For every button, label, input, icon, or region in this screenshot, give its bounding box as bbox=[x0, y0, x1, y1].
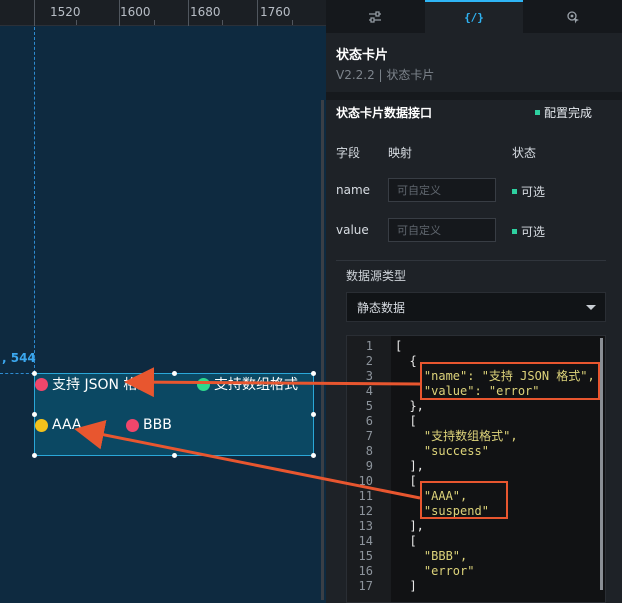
section-divider bbox=[326, 92, 622, 100]
sliders-icon bbox=[369, 10, 382, 23]
field-state: 可选 bbox=[512, 223, 545, 240]
ruler-tick bbox=[34, 0, 35, 26]
resize-handle[interactable] bbox=[172, 371, 177, 376]
api-section-title: 状态卡片数据接口 bbox=[336, 106, 433, 120]
status-item: 支持 JSON 格式 bbox=[35, 374, 151, 394]
code-line: ], bbox=[395, 459, 424, 473]
status-card-widget[interactable]: 支持 JSON 格式 支持数组格式 AAA BBB bbox=[32, 371, 316, 458]
status-dot bbox=[197, 377, 210, 391]
line-number: 14 bbox=[358, 534, 373, 548]
field-state-text: 可选 bbox=[521, 225, 546, 239]
annotation-box-array bbox=[420, 481, 508, 519]
ruler-label: 1760 bbox=[260, 5, 291, 19]
status-dot bbox=[35, 418, 48, 432]
status-dot bbox=[35, 377, 48, 391]
code-line: "error" bbox=[395, 564, 475, 578]
column-header-field: 字段 bbox=[336, 146, 361, 160]
resize-handle[interactable] bbox=[311, 412, 316, 417]
caret-down-icon bbox=[586, 305, 596, 310]
code-line: [ bbox=[395, 474, 417, 488]
status-item: BBB bbox=[126, 417, 172, 433]
code-line: "支持数组格式", bbox=[395, 429, 518, 443]
line-number: 8 bbox=[365, 444, 373, 458]
annotation-box-json bbox=[420, 362, 600, 400]
code-line: [ bbox=[395, 414, 417, 428]
value-mapping-input[interactable] bbox=[388, 218, 496, 242]
line-number: 4 bbox=[365, 384, 373, 398]
line-number: 11 bbox=[358, 489, 373, 503]
ruler-tick bbox=[257, 0, 258, 26]
status-item-label: BBB bbox=[143, 417, 172, 433]
line-number-gutter: 1 2 3 4 5 6 7 8 9 10 11 12 13 14 15 16 17 bbox=[347, 336, 391, 602]
line-number: 2 bbox=[365, 354, 373, 368]
editor-scrollbar[interactable] bbox=[600, 338, 603, 590]
cursor-gear-icon bbox=[567, 10, 579, 23]
line-number: 10 bbox=[358, 474, 373, 488]
datasource-type-label: 数据源类型 bbox=[346, 269, 407, 283]
line-number: 3 bbox=[365, 369, 373, 383]
code-line: "success" bbox=[395, 444, 489, 458]
status-square-icon bbox=[512, 189, 517, 194]
code-brackets-icon: {/} bbox=[464, 11, 484, 24]
tab-config[interactable] bbox=[326, 0, 425, 33]
line-number: 13 bbox=[358, 519, 373, 533]
ruler-label: 1680 bbox=[190, 5, 221, 19]
tab-data[interactable]: {/} bbox=[424, 0, 524, 33]
editor-canvas[interactable]: 1520 1600 1680 1760 , 544 支持 JSON 格式 支持数… bbox=[0, 0, 326, 603]
resize-handle[interactable] bbox=[172, 453, 177, 458]
code-line: }, bbox=[395, 399, 424, 413]
line-number: 9 bbox=[365, 459, 373, 473]
status-item: AAA bbox=[35, 417, 82, 433]
line-number: 7 bbox=[365, 429, 373, 443]
line-number: 16 bbox=[358, 564, 373, 578]
horizontal-guide-line bbox=[0, 373, 34, 374]
vertical-guide-line bbox=[34, 27, 35, 373]
line-number: 12 bbox=[358, 504, 373, 518]
position-readout: , 544 bbox=[2, 351, 36, 365]
api-config-status: 配置完成 bbox=[535, 104, 592, 121]
code-line: [ bbox=[395, 534, 417, 548]
line-number: 1 bbox=[365, 339, 373, 353]
horizontal-ruler: 1520 1600 1680 1760 bbox=[0, 0, 326, 26]
status-square-icon bbox=[535, 110, 540, 115]
field-state-text: 可选 bbox=[521, 185, 546, 199]
code-line: ], bbox=[395, 519, 424, 533]
ruler-tick bbox=[188, 0, 189, 26]
status-item-label: 支持 JSON 格式 bbox=[52, 377, 152, 393]
panel-tabs: {/} bbox=[326, 0, 622, 33]
api-status-text: 配置完成 bbox=[544, 106, 593, 120]
tab-interaction[interactable] bbox=[523, 0, 622, 33]
status-item: 支持数组格式 bbox=[197, 374, 298, 394]
field-name-label: name bbox=[336, 183, 371, 197]
code-line: ] bbox=[395, 579, 417, 593]
line-number: 17 bbox=[358, 579, 373, 593]
status-dot bbox=[126, 418, 139, 432]
component-title: 状态卡片 bbox=[336, 48, 389, 63]
component-version: V2.2.2 | 状态卡片 bbox=[336, 68, 435, 82]
field-value-label: value bbox=[336, 223, 369, 237]
line-number: 15 bbox=[358, 549, 373, 563]
resize-handle[interactable] bbox=[32, 453, 37, 458]
panel-scrollbar[interactable] bbox=[321, 100, 324, 600]
resize-handle[interactable] bbox=[311, 371, 316, 376]
status-item-label: AAA bbox=[52, 417, 82, 433]
field-state: 可选 bbox=[512, 183, 545, 200]
code-line: [ bbox=[395, 339, 403, 353]
line-number: 5 bbox=[365, 399, 373, 413]
status-item-label: 支持数组格式 bbox=[214, 377, 298, 393]
resize-handle[interactable] bbox=[311, 453, 316, 458]
datasource-type-select[interactable]: 静态数据 bbox=[346, 292, 606, 322]
line-number: 6 bbox=[365, 414, 373, 428]
code-line: "BBB", bbox=[395, 549, 468, 563]
column-header-state: 状态 bbox=[512, 146, 537, 160]
code-line: { bbox=[395, 354, 417, 368]
ruler-label: 1520 bbox=[50, 5, 81, 19]
column-header-mapping: 映射 bbox=[388, 146, 413, 160]
status-square-icon bbox=[512, 229, 517, 234]
ruler-label: 1600 bbox=[120, 5, 151, 19]
name-mapping-input[interactable] bbox=[388, 178, 496, 202]
datasource-selected-value: 静态数据 bbox=[357, 300, 406, 315]
